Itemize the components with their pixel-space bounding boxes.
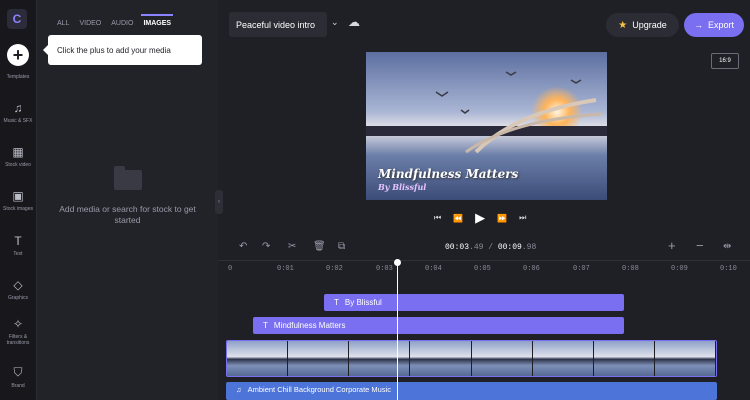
star-icon: ★	[618, 19, 628, 31]
rewind-icon[interactable]: ⏪	[453, 214, 463, 223]
skip-start-icon[interactable]: ⏮	[434, 213, 441, 223]
shapes-icon: ◇	[13, 278, 23, 292]
undo-icon[interactable]: ↶	[239, 241, 247, 252]
empty-media-text: Add media or search for stock to get sta…	[59, 204, 196, 226]
left-navigation: C + Templates ♫ Music & SFX ▦ Stock vide…	[0, 0, 37, 400]
export-button[interactable]: → Export	[684, 13, 744, 37]
video-preview[interactable]: Mindfulness Matters By Blissful	[366, 52, 607, 200]
zoom-out-icon[interactable]: −	[696, 238, 704, 253]
skip-end-icon[interactable]: ⏭	[519, 213, 526, 223]
redo-icon[interactable]: ↷	[262, 241, 270, 252]
film-icon: ▦	[12, 145, 24, 159]
empty-media-state: Add media or search for stock to get sta…	[37, 166, 218, 227]
trash-icon[interactable]: 🗑	[313, 241, 326, 252]
image-icon: ▣	[12, 189, 24, 203]
sidebar-item-graphics[interactable]: ◇ Graphics	[0, 278, 36, 301]
ruler-tick: 0:01	[277, 265, 294, 273]
video-frame	[471, 341, 533, 376]
media-tabs: ALL VIDEO AUDIO IMAGES	[57, 14, 173, 27]
video-frame	[532, 341, 594, 376]
shield-icon: ⛉	[13, 365, 23, 379]
ruler-tick: 0:10	[720, 265, 737, 273]
video-frame	[288, 341, 350, 376]
text-clip-title[interactable]: T Mindfulness Matters	[253, 317, 624, 334]
sidebar-item-brand[interactable]: ⛉ Brand	[0, 365, 36, 389]
add-media-tooltip: Click the plus to add your media	[43, 35, 202, 65]
folder-icon	[113, 166, 142, 190]
zoom-in-icon[interactable]: +	[668, 238, 676, 253]
video-frame	[410, 341, 472, 376]
text-icon: T	[14, 234, 22, 248]
fit-timeline-icon[interactable]: ⇹	[723, 241, 731, 252]
duplicate-icon[interactable]: ⧉	[338, 241, 345, 252]
timecode: 00:03.49 / 00:09.98	[445, 243, 537, 252]
ruler-tick: 0	[228, 265, 233, 273]
text-icon: T	[334, 298, 339, 307]
project-title-field[interactable]: Peaceful video intro	[229, 12, 327, 37]
clipchamp-logo[interactable]: C	[7, 9, 27, 29]
arrow-right-icon: →	[693, 20, 703, 30]
music-icon: ♫	[13, 101, 23, 115]
playback-controls: ⏮ ⏪ ▶ ⏩ ⏭	[434, 210, 526, 226]
ruler-tick: 0:02	[326, 265, 343, 273]
ruler-tick: 0:08	[622, 265, 639, 273]
text-icon: T	[263, 321, 268, 330]
aspect-ratio-button[interactable]: 16:9	[711, 53, 739, 69]
ruler-tick: 0:09	[671, 265, 688, 273]
playhead[interactable]	[394, 259, 401, 400]
ruler-tick: 0:04	[425, 265, 442, 273]
text-clip-subtitle[interactable]: T By Blissful	[324, 294, 624, 311]
add-media-button[interactable]: +	[7, 44, 29, 66]
ruler-tick: 0:03	[376, 265, 393, 273]
sidebar-item-text[interactable]: T Text	[0, 234, 36, 257]
fast-forward-icon[interactable]: ⏩	[497, 214, 507, 223]
tab-images[interactable]: IMAGES	[141, 14, 173, 27]
preview-title-text: Mindfulness Matters	[378, 167, 519, 181]
ruler-tick: 0:06	[523, 265, 540, 273]
ruler-tick: 0:05	[474, 265, 491, 273]
video-clip[interactable]	[226, 340, 717, 377]
cloud-sync-icon[interactable]: ☁	[348, 15, 360, 29]
tab-audio[interactable]: AUDIO	[111, 20, 133, 27]
audio-clip[interactable]: ♫ Ambient Chill Background Corporate Mus…	[226, 382, 717, 400]
timeline-ruler[interactable]: 0 0:01 0:02 0:03 0:04 0:05 0:06 0:07 0:0…	[218, 260, 750, 276]
tab-all[interactable]: ALL	[57, 20, 69, 27]
video-frame	[593, 341, 655, 376]
chevron-down-icon[interactable]: ⌄	[331, 17, 339, 28]
play-icon[interactable]: ▶	[475, 210, 485, 226]
collapse-panel-handle[interactable]: ‹	[215, 190, 223, 214]
video-frame	[227, 341, 289, 376]
video-frame	[349, 341, 411, 376]
video-frame	[654, 341, 716, 376]
sidebar-item-templates[interactable]: Templates	[0, 74, 36, 80]
music-note-icon: ♫	[236, 385, 242, 394]
sparkle-icon: ✧	[12, 317, 24, 331]
tab-video[interactable]: VIDEO	[79, 20, 101, 27]
sidebar-item-stock-images[interactable]: ▣ Stock images	[0, 189, 36, 212]
sidebar-item-music[interactable]: ♫ Music & SFX	[0, 101, 36, 124]
preview-subtitle-text: By Blissful	[378, 182, 427, 192]
scissors-icon[interactable]: ✂	[288, 241, 296, 252]
sidebar-item-stock-video[interactable]: ▦ Stock video	[0, 145, 36, 168]
upgrade-button[interactable]: ★ Upgrade	[606, 13, 679, 37]
ruler-tick: 0:07	[573, 265, 590, 273]
sidebar-item-filters[interactable]: ✧ Filters & transitions	[0, 317, 36, 346]
